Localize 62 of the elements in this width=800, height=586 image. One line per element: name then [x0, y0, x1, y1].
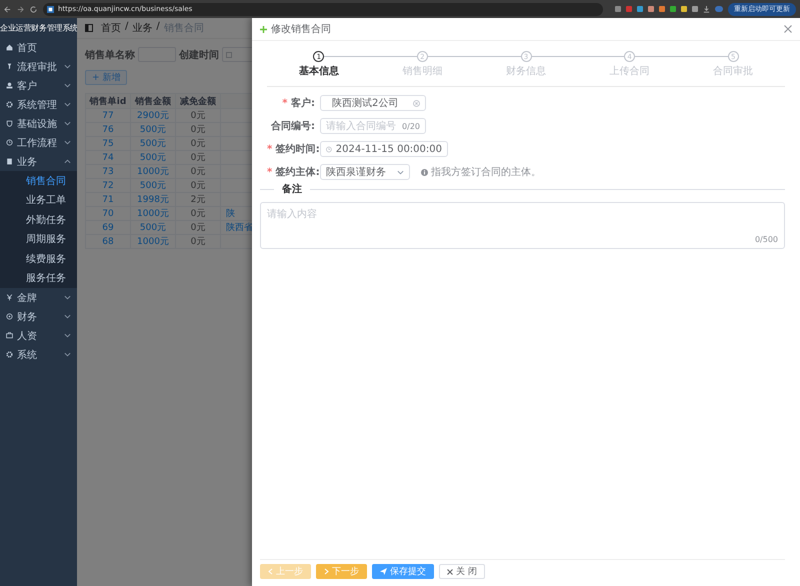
- breadcrumb-separator: /: [125, 21, 128, 34]
- table-cell: 0元: [176, 234, 220, 248]
- table-cell: 0元: [176, 206, 220, 220]
- sidebar-item[interactable]: 业务: [0, 152, 77, 171]
- field-label: 合同编号:: [270, 120, 315, 133]
- step-label: 合同审批: [713, 64, 754, 78]
- table-cell: 0元: [176, 150, 220, 164]
- drawer-title: 修改销售合同: [271, 23, 332, 36]
- breadcrumb-item[interactable]: 首页: [101, 21, 121, 35]
- table-cell: 0元: [176, 178, 220, 192]
- section-title: 备注: [282, 182, 302, 196]
- column-header: 销售金额: [130, 94, 176, 108]
- close-button[interactable]: 关 闭: [439, 564, 485, 579]
- step-label: 基本信息: [298, 64, 339, 78]
- table-cell: 0元: [176, 136, 220, 150]
- table-cell: 500元: [130, 220, 176, 234]
- sidebar-item[interactable]: 系统: [0, 345, 77, 364]
- filter-label: 销售单名称: [85, 48, 135, 62]
- sidebar-item[interactable]: 首页: [0, 38, 77, 57]
- sidebar-subitem[interactable]: 续费服务: [0, 249, 77, 268]
- sidebar-item[interactable]: 工作流程: [0, 133, 77, 152]
- breadcrumb-separator: /: [156, 21, 160, 34]
- table-cell: 0元: [176, 108, 220, 122]
- date-time-field[interactable]: 2024-11-15 00:00:00: [320, 141, 448, 157]
- filter-label: 创建时间: [179, 48, 219, 62]
- table-cell: 500元: [130, 122, 176, 136]
- table-cell: 500元: [130, 150, 176, 164]
- step-label: 财务信息: [506, 64, 546, 78]
- sidebar-subitem[interactable]: 销售合同: [0, 171, 77, 190]
- select-field[interactable]: 陕西泉谨财务: [320, 164, 410, 180]
- sidebar-item[interactable]: 系统管理: [0, 95, 77, 114]
- table-cell: 2900元: [130, 108, 176, 122]
- table-cell: 1000元: [130, 206, 176, 220]
- sidebar-item[interactable]: 客户: [0, 76, 77, 95]
- table-cell: 0元: [176, 164, 220, 178]
- sidebar-item[interactable]: 人资: [0, 326, 77, 345]
- table-cell: 1000元: [130, 234, 176, 248]
- sidebar-subitem[interactable]: 外勤任务: [0, 210, 77, 230]
- table-cell: 陕: [226, 209, 235, 219]
- sidebar-item[interactable]: 财务: [0, 307, 77, 326]
- table-cell: 500元: [130, 178, 176, 192]
- sidebar-item[interactable]: 基础设施: [0, 114, 77, 133]
- sidebar-subitem[interactable]: 服务任务: [0, 268, 77, 288]
- table-cell: 0元: [176, 220, 220, 234]
- step-label: 销售明细: [402, 65, 442, 78]
- hint-text: 指我方签订合同的主体。: [431, 166, 541, 179]
- table-cell: 500元: [130, 136, 176, 150]
- sidebar-subitem[interactable]: 周期服务: [0, 230, 77, 249]
- column-header: 销售单id: [86, 94, 130, 108]
- column-header: 减免金额: [176, 94, 220, 108]
- sidebar-item[interactable]: 流程审批: [0, 57, 77, 76]
- sidebar-item[interactable]: 金牌: [0, 288, 77, 307]
- table-cell: 0元: [176, 122, 220, 136]
- field-label: * 客户:: [281, 96, 315, 110]
- table-cell: 1998元: [130, 192, 176, 206]
- breadcrumb-item[interactable]: 业务: [132, 21, 152, 35]
- sidebar-subitem[interactable]: 业务工单: [0, 190, 77, 210]
- customer-select[interactable]: 陕西测试2公司: [320, 95, 426, 111]
- step-label: 上传合同: [610, 64, 650, 78]
- table-cell: 陕西省: [226, 223, 253, 233]
- table-cell: 1000元: [130, 164, 176, 178]
- table-cell: 2元: [176, 192, 220, 206]
